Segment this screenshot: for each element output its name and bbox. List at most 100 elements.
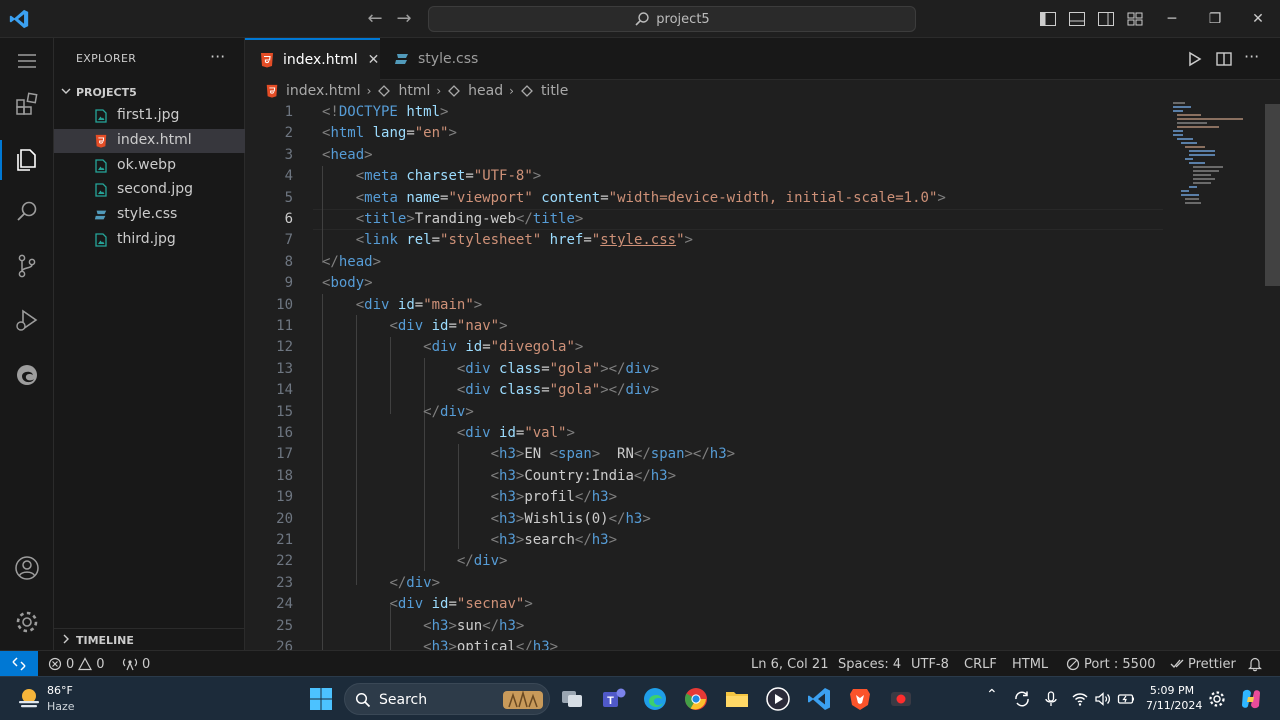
- search-view-icon[interactable]: [13, 198, 41, 226]
- breadcrumb-item-file[interactable]: index.html: [286, 83, 361, 99]
- code-line[interactable]: 3 <head>: [245, 145, 1265, 166]
- vscode-logo-icon[interactable]: [8, 8, 30, 30]
- weather-widget[interactable]: 86°F Haze: [14, 683, 124, 715]
- code-line[interactable]: 4 <meta charset="UTF-8">: [245, 166, 1265, 187]
- taskbar-search-box[interactable]: Search: [344, 683, 550, 715]
- windows-start-icon[interactable]: [307, 685, 335, 713]
- file-item-second-jpg[interactable]: second.jpg: [54, 178, 245, 202]
- code-line[interactable]: 19 <h3>profil</h3>: [245, 487, 1265, 508]
- sync-icon[interactable]: [1013, 690, 1031, 708]
- code-line[interactable]: 26 <h3>optical</h3>: [245, 637, 1265, 650]
- language-mode[interactable]: HTML: [1012, 656, 1048, 672]
- split-editor-icon[interactable]: [1215, 50, 1233, 68]
- explorer-files-icon[interactable]: [13, 145, 41, 173]
- toggle-panel-icon[interactable]: [1068, 10, 1086, 28]
- menu-icon[interactable]: [13, 47, 41, 75]
- forward-arrow-icon[interactable]: →: [393, 8, 415, 30]
- close-icon[interactable]: ✕: [1236, 0, 1280, 38]
- live-server-port[interactable]: Port : 5500: [1066, 656, 1156, 672]
- back-arrow-icon[interactable]: ←: [364, 8, 386, 30]
- minimize-icon[interactable]: ─: [1150, 0, 1194, 38]
- code-line[interactable]: 20 <h3>Wishlis(0)</h3>: [245, 509, 1265, 530]
- edge-devtools-icon[interactable]: [13, 361, 41, 389]
- more-actions-icon[interactable]: ···: [1244, 47, 1262, 66]
- explorer-more-icon[interactable]: ···: [210, 47, 225, 66]
- timeline-section-header[interactable]: TIMELINE: [54, 628, 245, 650]
- command-center-search[interactable]: project5: [428, 6, 916, 32]
- file-item-style-css[interactable]: style.css: [54, 203, 245, 227]
- problems-indicator[interactable]: 0 0: [48, 656, 105, 672]
- code-line[interactable]: 22 </div>: [245, 551, 1265, 572]
- code-line[interactable]: 10 <div id="main">: [245, 295, 1265, 316]
- code-line[interactable]: 12 <div id="divegola">: [245, 337, 1265, 358]
- vscode-taskbar-icon[interactable]: [805, 685, 833, 713]
- forwarded-ports-indicator[interactable]: 0: [122, 656, 150, 672]
- task-view-icon[interactable]: [558, 685, 586, 713]
- settings-gear-icon[interactable]: [1208, 690, 1226, 708]
- code-editor[interactable]: 1 <!DOCTYPE html> 2 <html lang="en"> 3 <head>…: [245, 102, 1265, 650]
- wifi-icon[interactable]: [1071, 690, 1089, 708]
- code-line[interactable]: 9 <body>: [245, 273, 1265, 294]
- file-item-ok-webp[interactable]: ok.webp: [54, 154, 245, 178]
- file-item-index-html[interactable]: index.html: [54, 128, 245, 153]
- extensions-icon[interactable]: [13, 90, 41, 118]
- code-line[interactable]: 2 <html lang="en">: [245, 123, 1265, 144]
- source-control-icon[interactable]: [13, 252, 41, 280]
- volume-icon[interactable]: [1094, 690, 1112, 708]
- code-line[interactable]: 21 <h3>search</h3>: [245, 530, 1265, 551]
- code-line[interactable]: 24 <div id="secnav">: [245, 594, 1265, 615]
- code-line[interactable]: 17 <h3>EN <span> RN</span></h3>: [245, 444, 1265, 465]
- tab-style-css[interactable]: style.css: [380, 38, 512, 80]
- code-line[interactable]: 7 <link rel="stylesheet" href="style.css…: [245, 230, 1265, 251]
- code-line[interactable]: 1 <!DOCTYPE html>: [245, 102, 1265, 123]
- minimap[interactable]: [1165, 102, 1265, 212]
- system-clock[interactable]: 5:09 PM 7/11/2024: [1146, 683, 1202, 713]
- toggle-primary-sidebar-icon[interactable]: [1039, 10, 1057, 28]
- run-and-debug-icon[interactable]: [13, 306, 41, 334]
- file-item-third-jpg[interactable]: third.jpg: [54, 228, 245, 252]
- vertical-scrollbar-thumb[interactable]: [1265, 104, 1280, 286]
- toggle-secondary-sidebar-icon[interactable]: [1097, 10, 1115, 28]
- screen-recorder-icon[interactable]: [887, 685, 915, 713]
- code-line[interactable]: 13 <div class="gola"></div>: [245, 359, 1265, 380]
- indentation-setting[interactable]: Spaces: 4: [838, 656, 901, 672]
- line-ending-setting[interactable]: CRLF: [964, 656, 997, 672]
- chrome-browser-icon[interactable]: [682, 685, 710, 713]
- code-line[interactable]: 16 <div id="val">: [245, 423, 1265, 444]
- notifications-bell-icon[interactable]: [1248, 656, 1262, 672]
- file-item-first1-jpg[interactable]: first1.jpg: [54, 104, 245, 128]
- project-folder-header[interactable]: PROJECT5: [54, 82, 245, 104]
- code-line[interactable]: 5 <meta name="viewport" content="width=d…: [245, 188, 1265, 209]
- tab-index-html[interactable]: index.html ✕: [245, 38, 380, 80]
- file-explorer-icon[interactable]: [723, 685, 751, 713]
- code-line[interactable]: 11 <div id="nav">: [245, 316, 1265, 337]
- battery-charging-icon[interactable]: [1117, 690, 1135, 708]
- encoding-setting[interactable]: UTF-8: [911, 656, 949, 672]
- settings-gear-icon[interactable]: [13, 608, 41, 636]
- code-line[interactable]: 15 </div>: [245, 402, 1265, 423]
- code-line[interactable]: 8 </head>: [245, 252, 1265, 273]
- code-line[interactable]: 25 <h3>sun</h3>: [245, 616, 1265, 637]
- prettier-formatter[interactable]: Prettier: [1170, 656, 1236, 672]
- code-line[interactable]: 14 <div class="gola"></div>: [245, 380, 1265, 401]
- cursor-position[interactable]: Ln 6, Col 21: [751, 656, 828, 672]
- teams-icon[interactable]: T: [600, 685, 628, 713]
- breadcrumb-item-title[interactable]: title: [541, 83, 568, 99]
- code-line[interactable]: 18 <h3>Country:India</h3>: [245, 466, 1265, 487]
- close-tab-icon[interactable]: ✕: [368, 52, 380, 68]
- breadcrumb-item-head[interactable]: head: [468, 83, 503, 99]
- accounts-icon[interactable]: [13, 554, 41, 582]
- run-icon[interactable]: [1185, 50, 1203, 68]
- edge-browser-icon[interactable]: [641, 685, 669, 713]
- restore-icon[interactable]: ❐: [1193, 0, 1237, 38]
- copilot-icon[interactable]: [1238, 686, 1264, 712]
- customize-layout-icon[interactable]: [1126, 10, 1144, 28]
- code-line[interactable]: 23 </div>: [245, 573, 1265, 594]
- show-hidden-icons-chevron-icon[interactable]: ⌃: [986, 687, 998, 703]
- microphone-icon[interactable]: [1042, 690, 1060, 708]
- remote-window-button[interactable]: [0, 651, 38, 677]
- code-line[interactable]: 6 <title>Tranding-web</title>: [245, 209, 1265, 230]
- brave-browser-icon[interactable]: [846, 685, 874, 713]
- breadcrumb-item-html[interactable]: html: [398, 83, 430, 99]
- media-player-icon[interactable]: [764, 685, 792, 713]
